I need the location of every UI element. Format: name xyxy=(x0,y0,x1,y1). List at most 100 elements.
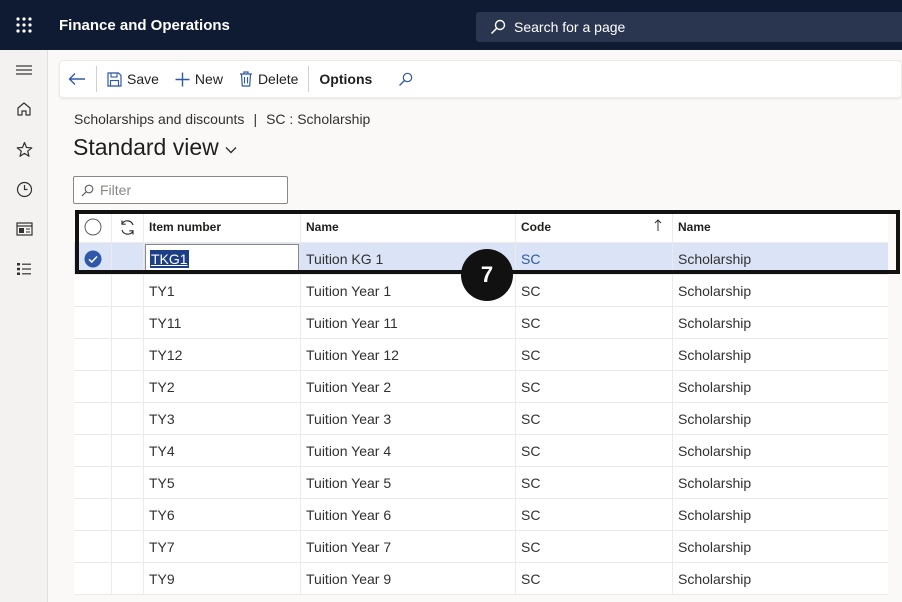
action-separator xyxy=(96,66,97,92)
column-header-item-number[interactable]: Item number xyxy=(144,212,301,242)
home-icon xyxy=(17,102,31,116)
delete-button[interactable]: Delete xyxy=(231,60,306,98)
column-header-name[interactable]: Name xyxy=(301,212,516,242)
code-cell[interactable]: SC xyxy=(516,275,673,306)
code-cell[interactable]: SC xyxy=(516,499,673,530)
code-cell[interactable]: SC xyxy=(516,467,673,498)
row-select-checkbox[interactable] xyxy=(74,563,112,594)
row-indicator xyxy=(112,563,144,594)
item-number-cell[interactable]: TY1 xyxy=(144,275,301,306)
new-button[interactable]: New xyxy=(167,60,231,98)
row-select-checkbox[interactable] xyxy=(74,531,112,562)
table-row[interactable]: TY4 Tuition Year 4 SC Scholarship xyxy=(74,435,888,467)
name-cell[interactable]: Tuition Year 6 xyxy=(301,499,516,530)
item-number-field-editing[interactable]: TKG1 xyxy=(145,244,299,274)
table-row[interactable]: TY11 Tuition Year 11 SC Scholarship xyxy=(74,307,888,339)
name-cell[interactable]: Tuition Year 4 xyxy=(301,435,516,466)
code-name-cell[interactable]: Scholarship xyxy=(673,435,888,466)
row-select-checkbox[interactable] xyxy=(74,371,112,402)
action-separator xyxy=(308,66,310,92)
item-number-cell[interactable]: TY3 xyxy=(144,403,301,434)
code-cell[interactable]: SC xyxy=(516,531,673,562)
table-row[interactable]: TY5 Tuition Year 5 SC Scholarship xyxy=(74,467,888,499)
row-indicator xyxy=(112,499,144,530)
item-number-cell[interactable]: TY2 xyxy=(144,371,301,402)
table-row[interactable]: TY7 Tuition Year 7 SC Scholarship xyxy=(74,531,888,563)
code-name-cell[interactable]: Scholarship xyxy=(673,499,888,530)
column-header-code[interactable]: Code xyxy=(516,212,673,242)
item-number-cell[interactable]: TY4 xyxy=(144,435,301,466)
nav-home-button[interactable] xyxy=(0,94,48,124)
row-select-checkbox[interactable] xyxy=(74,243,112,274)
code-cell[interactable]: SC xyxy=(516,403,673,434)
name-cell[interactable]: Tuition Year 12 xyxy=(301,339,516,370)
code-cell[interactable]: SC xyxy=(516,563,673,594)
item-number-cell[interactable]: TY9 xyxy=(144,563,301,594)
table-row[interactable]: TY12 Tuition Year 12 SC Scholarship xyxy=(74,339,888,371)
action-search-button[interactable] xyxy=(390,60,421,98)
nav-menu-button[interactable] xyxy=(0,55,48,85)
item-number-cell[interactable]: TY5 xyxy=(144,467,301,498)
nav-modules-button[interactable] xyxy=(0,254,48,284)
nav-recent-button[interactable] xyxy=(0,174,48,204)
row-indicator xyxy=(112,403,144,434)
code-name-cell[interactable]: Scholarship xyxy=(673,243,888,274)
new-label: New xyxy=(194,71,223,87)
code-cell[interactable]: SC xyxy=(516,339,673,370)
view-selector[interactable]: Standard view xyxy=(73,134,237,161)
page-search-box[interactable]: Search for a page xyxy=(476,12,902,42)
code-name-cell[interactable]: Scholarship xyxy=(673,563,888,594)
name-cell[interactable]: Tuition Year 11 xyxy=(301,307,516,338)
circle-checkbox-icon xyxy=(84,218,101,236)
code-name-cell[interactable]: Scholarship xyxy=(673,403,888,434)
item-number-cell[interactable]: TY7 xyxy=(144,531,301,562)
nav-favorites-button[interactable] xyxy=(0,134,48,164)
row-select-checkbox[interactable] xyxy=(74,499,112,530)
row-indicator xyxy=(112,435,144,466)
code-cell[interactable]: SC xyxy=(516,307,673,338)
refresh-icon xyxy=(121,219,134,235)
code-name-cell[interactable]: Scholarship xyxy=(673,307,888,338)
code-cell[interactable]: SC xyxy=(516,435,673,466)
row-select-checkbox[interactable] xyxy=(74,275,112,306)
filter-input[interactable] xyxy=(100,182,280,198)
name-cell[interactable]: Tuition Year 9 xyxy=(301,563,516,594)
table-row[interactable]: TY9 Tuition Year 9 SC Scholarship xyxy=(74,563,888,595)
chevron-down-icon xyxy=(225,146,237,153)
sort-ascending-icon xyxy=(654,219,662,231)
code-name-cell[interactable]: Scholarship xyxy=(673,339,888,370)
save-button[interactable]: Save xyxy=(99,60,167,98)
column-header-code-name[interactable]: Name xyxy=(673,212,888,242)
breadcrumb-record: SC : Scholarship xyxy=(266,111,371,127)
name-cell[interactable]: Tuition Year 2 xyxy=(301,371,516,402)
item-number-cell[interactable]: TY6 xyxy=(144,499,301,530)
options-tab[interactable]: Options xyxy=(311,60,380,98)
code-link[interactable]: SC xyxy=(516,243,673,274)
table-row[interactable]: TY3 Tuition Year 3 SC Scholarship xyxy=(74,403,888,435)
name-cell[interactable]: Tuition Year 7 xyxy=(301,531,516,562)
app-launcher-button[interactable] xyxy=(0,0,48,50)
code-name-cell[interactable]: Scholarship xyxy=(673,371,888,402)
name-cell[interactable]: Tuition Year 3 xyxy=(301,403,516,434)
filter-box[interactable] xyxy=(73,176,288,204)
table-row[interactable]: TY2 Tuition Year 2 SC Scholarship xyxy=(74,371,888,403)
code-name-cell[interactable]: Scholarship xyxy=(673,275,888,306)
code-name-cell[interactable]: Scholarship xyxy=(673,467,888,498)
row-select-checkbox[interactable] xyxy=(74,467,112,498)
select-all-checkbox[interactable] xyxy=(74,212,112,242)
item-number-cell[interactable]: TY11 xyxy=(144,307,301,338)
code-cell[interactable]: SC xyxy=(516,371,673,402)
nav-workspaces-button[interactable] xyxy=(0,214,48,244)
row-select-checkbox[interactable] xyxy=(74,307,112,338)
back-button[interactable] xyxy=(60,60,94,98)
search-icon xyxy=(81,184,94,196)
refresh-button[interactable] xyxy=(112,212,144,242)
row-select-checkbox[interactable] xyxy=(74,339,112,370)
name-cell[interactable]: Tuition Year 5 xyxy=(301,467,516,498)
step-number-badge: 7 xyxy=(461,249,513,301)
code-name-cell[interactable]: Scholarship xyxy=(673,531,888,562)
row-select-checkbox[interactable] xyxy=(74,435,112,466)
item-number-cell[interactable]: TY12 xyxy=(144,339,301,370)
row-select-checkbox[interactable] xyxy=(74,403,112,434)
table-row[interactable]: TY6 Tuition Year 6 SC Scholarship xyxy=(74,499,888,531)
